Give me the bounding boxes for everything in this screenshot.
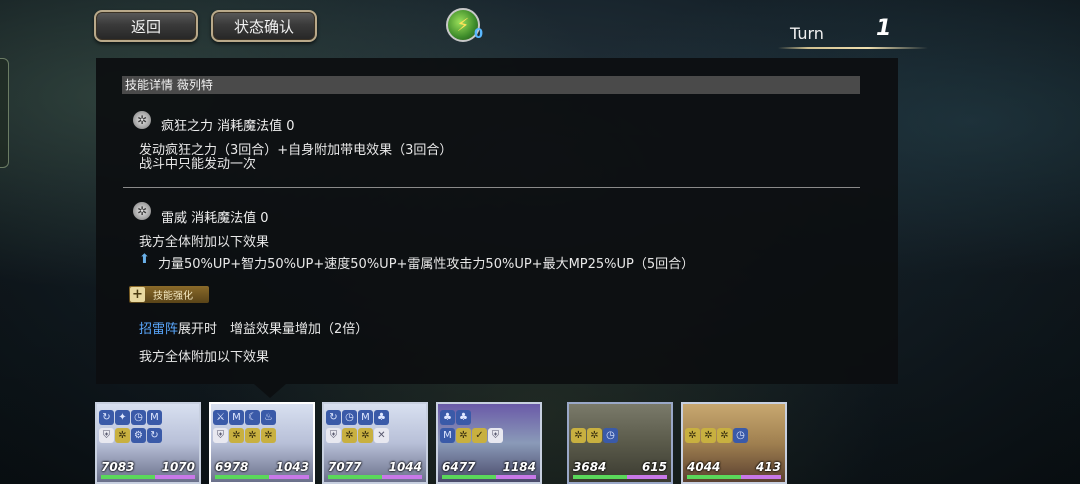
hp-value: 6978 xyxy=(215,460,249,474)
skill-emblem-icon: ✲ xyxy=(133,111,151,129)
hp-bar xyxy=(101,475,156,479)
skill-divider xyxy=(123,187,860,188)
party-card-1[interactable]: ↻ ✦ ◷ M ⛨ ✲ ⚙ ↻ 7083 1070 xyxy=(95,402,201,484)
status-confirm-button[interactable]: 状态确认 xyxy=(211,10,317,42)
hp-bar xyxy=(687,475,742,479)
skill-emblem-icon: ✲ xyxy=(133,202,151,220)
mp-value: 413 xyxy=(755,460,781,474)
side-tab[interactable] xyxy=(0,58,9,168)
mp-bar xyxy=(741,475,781,479)
mp-bar xyxy=(382,475,422,479)
party-card-5[interactable]: ✲ ✲ ◷ 3684 615 xyxy=(567,402,673,484)
back-button[interactable]: 返回 xyxy=(94,10,198,42)
plus-icon: + xyxy=(130,287,145,302)
mp-value: 1044 xyxy=(388,460,422,474)
mp-value: 615 xyxy=(641,460,667,474)
mp-bar xyxy=(496,475,536,479)
hp-bar xyxy=(215,475,270,479)
mp-bar xyxy=(155,475,195,479)
panel-title: 技能详情 薇列特 xyxy=(122,76,860,94)
hp-bar xyxy=(573,475,628,479)
energy-count: 0 xyxy=(474,27,484,42)
hp-value: 3684 xyxy=(573,460,607,474)
hp-value: 6477 xyxy=(442,460,476,474)
skill2-title: 雷威 消耗魔法值 0 xyxy=(161,211,269,226)
skill2-desc-line2: 力量50%UP+智力50%UP+速度50%UP+雷属性攻击力50%UP+最大MP… xyxy=(158,257,695,272)
party-card-3[interactable]: ↻ ◷ M ♣ ⛨ ✲ ✲ ✕ 7077 1044 xyxy=(322,402,428,484)
panel-pointer xyxy=(254,384,286,398)
enhance-line2: 我方全体附加以下效果 xyxy=(139,350,270,365)
hp-bar xyxy=(328,475,383,479)
mp-value: 1184 xyxy=(502,460,536,474)
party-card-2[interactable]: ⚔ M ☾ ♨ ⛨ ✲ ✲ ✲ 6978 1043 xyxy=(209,402,315,484)
enhance-line1-rest: 展开时 增益效果量增加（2倍） xyxy=(178,322,369,337)
turn-label: Turn xyxy=(790,24,824,43)
skill-enhance-label: 技能强化 xyxy=(153,291,193,302)
skill2-desc-line1: 我方全体附加以下效果 xyxy=(139,235,270,250)
hp-value: 4044 xyxy=(687,460,721,474)
formation-link[interactable]: 招雷阵 xyxy=(139,322,178,337)
turn-underline xyxy=(778,47,928,49)
enhance-line1: 招雷阵展开时 增益效果量增加（2倍） xyxy=(139,318,368,337)
hp-value: 7077 xyxy=(328,460,362,474)
buff-up-arrow-icon: ⬆ xyxy=(139,252,150,267)
hp-value: 7083 xyxy=(101,460,135,474)
mp-value: 1043 xyxy=(275,460,309,474)
skill1-desc-line2: 战斗中只能发动一次 xyxy=(139,157,257,172)
party-card-6[interactable]: ✲ ✲ ✲ ◷ 4044 413 xyxy=(681,402,787,484)
skill-enhance-badge: + 技能强化 xyxy=(129,286,209,303)
turn-number: 1 xyxy=(876,16,892,41)
skill1-title: 疯狂之力 消耗魔法值 0 xyxy=(161,119,295,134)
mp-value: 1070 xyxy=(161,460,195,474)
party-card-4[interactable]: ♣ ♣ M ✲ ✓ ⛨ 6477 1184 xyxy=(436,402,542,484)
mp-bar xyxy=(627,475,667,479)
mp-bar xyxy=(269,475,309,479)
hp-bar xyxy=(442,475,497,479)
